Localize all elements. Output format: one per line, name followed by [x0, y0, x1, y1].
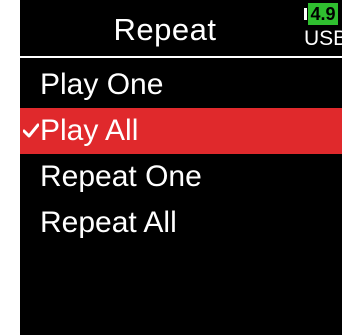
menu-item-play-one[interactable]: Play One: [20, 62, 342, 108]
battery-voltage: 4.9: [308, 3, 338, 25]
menu-item-label: Play One: [40, 68, 164, 101]
page-title: Repeat: [113, 12, 217, 47]
menu-item-play-all[interactable]: Play All: [20, 108, 342, 154]
menu-item-repeat-all[interactable]: Repeat All: [20, 200, 342, 246]
header-bar: Repeat 4.9 USB: [20, 0, 342, 58]
menu-item-label: Repeat One: [40, 160, 202, 193]
device-screen: Repeat 4.9 USB Play One Play All Repeat …: [20, 0, 342, 335]
battery-indicator: 4.9 USB: [304, 3, 342, 55]
menu-item-label: Repeat All: [40, 206, 177, 239]
checkmark-icon: [20, 108, 40, 154]
menu-item-label: Play All: [40, 114, 139, 147]
battery-icon: [304, 8, 307, 20]
menu-item-repeat-one[interactable]: Repeat One: [20, 154, 342, 200]
power-source-label: USB: [304, 27, 342, 50]
repeat-options-list: Play One Play All Repeat One Repeat All: [20, 62, 342, 246]
